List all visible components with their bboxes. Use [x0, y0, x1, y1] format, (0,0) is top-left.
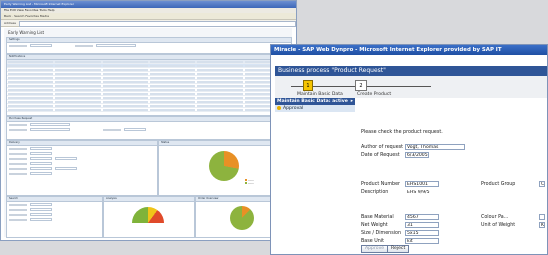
- address-label: Address: [4, 21, 16, 25]
- section-header[interactable]: Maintain Basic Data: active ▸: [275, 98, 355, 105]
- base-unit-field[interactable]: kit: [405, 238, 439, 244]
- settings-panel: Settings: [6, 37, 292, 54]
- date-label: Date of Request: [361, 153, 400, 158]
- section-subitem[interactable]: Approval: [275, 105, 355, 112]
- base-material-field[interactable]: 4567: [405, 214, 439, 220]
- panel-header: Analysis: [104, 197, 194, 202]
- roadmap-step-2-label: Create Product: [357, 92, 392, 97]
- roadmap-step-2[interactable]: 2: [355, 80, 367, 91]
- legend-swatch-green: [245, 182, 247, 184]
- roadmap-step-1-label: Maintain Basic Data: [297, 92, 343, 97]
- description-field[interactable]: EHS 9/9/5: [405, 189, 453, 195]
- net-weight-field[interactable]: 31: [405, 222, 439, 228]
- status-dot-icon: [277, 105, 281, 110]
- roadmap-step-1[interactable]: 1: [303, 80, 313, 91]
- date-field[interactable]: 6/3/2005: [405, 152, 429, 158]
- colour-label: Colour Pa...: [481, 215, 509, 220]
- approve-button[interactable]: Approve: [361, 245, 389, 253]
- analysis-gauge-panel: Analysis: [103, 196, 195, 239]
- product-number-label: Product Number: [361, 182, 401, 187]
- colour-field[interactable]: [539, 214, 545, 220]
- early-warning-content: Early Warning List Settings Notification…: [4, 28, 292, 239]
- process-title-bar: Business process "Product Request": [275, 66, 547, 76]
- roadmap: 1 2 Maintain Basic Data Create Product: [275, 76, 547, 98]
- intro-text: Please check the product request.: [361, 130, 443, 135]
- product-group-field[interactable]: C: [539, 181, 545, 187]
- triangle-right-icon: ▸: [350, 99, 353, 104]
- section-header-label: Maintain Basic Data: active: [277, 99, 348, 104]
- table-row[interactable]: [7, 108, 291, 112]
- legend-swatch-orange: [245, 179, 247, 181]
- browser-toolbar[interactable]: Back · Search Favorites Media: [1, 13, 296, 20]
- base-material-label: Base Material: [361, 215, 394, 220]
- product-number-field[interactable]: EHS1001: [405, 181, 439, 187]
- size-label: Size / Dimension: [361, 231, 402, 236]
- analysis-gauge: [132, 207, 164, 239]
- window-title-bar: Early Warning List - Microsoft Internet …: [1, 1, 296, 8]
- delivery-panel: Delivery: [6, 140, 158, 196]
- net-weight-label: Net Weight: [361, 223, 388, 228]
- author-label: Author of request: [361, 145, 404, 150]
- address-bar[interactable]: Address: [1, 20, 296, 27]
- purchase-request-panel: Purchase Request: [6, 116, 292, 140]
- order-pie-chart: [230, 206, 254, 230]
- unit-of-weight-label: Unit of Weight: [481, 223, 516, 228]
- section-subitem-label: Approval: [283, 106, 304, 111]
- sap-web-dynpro-window: Miracle - SAP Web Dynpro - Microsoft Int…: [270, 44, 548, 255]
- early-warning-window: Early Warning List - Microsoft Internet …: [0, 0, 297, 241]
- product-group-label: Product Group: [481, 182, 516, 187]
- reject-button[interactable]: Reject: [387, 245, 410, 253]
- page-title: Early Warning List: [8, 30, 45, 35]
- pie-legend: ──── ────: [245, 179, 254, 185]
- address-input[interactable]: [18, 21, 296, 27]
- description-label: Description: [361, 190, 389, 195]
- window-title: Miracle - SAP Web Dynpro - Microsoft Int…: [274, 47, 502, 53]
- process-title: Business process "Product Request": [278, 67, 386, 74]
- window-title-bar: Miracle - SAP Web Dynpro - Microsoft Int…: [271, 45, 547, 55]
- notifications-table-panel: Notifications: [6, 54, 292, 116]
- search-panel: Search: [6, 196, 103, 238]
- unit-of-weight-field[interactable]: K: [539, 222, 545, 228]
- author-field[interactable]: Vogt, Thomas: [405, 144, 465, 150]
- status-pie-chart: [209, 151, 239, 181]
- size-field[interactable]: 5x15: [405, 230, 439, 236]
- base-unit-label: Base Unit: [361, 239, 384, 244]
